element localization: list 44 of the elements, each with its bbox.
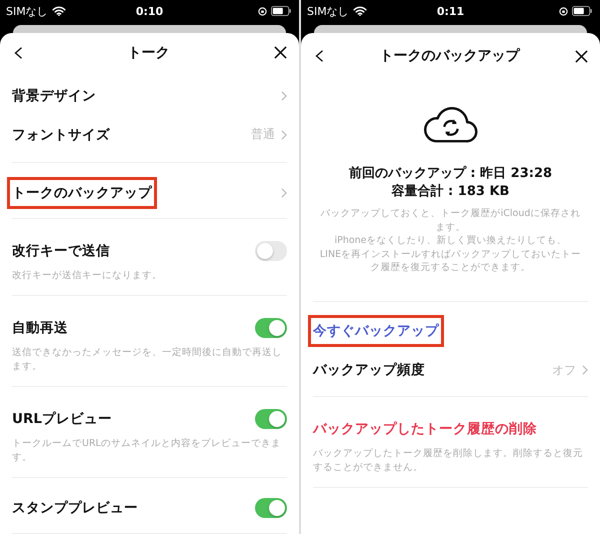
setting-label: 背景デザイン <box>10 86 97 106</box>
toggle-switch[interactable] <box>255 498 287 518</box>
setting-description: 改行キーが送信キーになります。 <box>12 269 163 283</box>
rotation-lock-icon <box>559 6 568 16</box>
close-icon[interactable] <box>575 50 588 62</box>
setting-label: スタンププレビュー <box>11 498 139 518</box>
battery-icon <box>572 6 592 16</box>
clock-time: 0:11 <box>436 4 464 18</box>
chevron-icon[interactable] <box>281 188 287 198</box>
wifi-icon <box>52 6 66 16</box>
setting-label: URLプレビュー <box>11 410 113 429</box>
chevron-icon[interactable] <box>281 90 287 100</box>
back-icon[interactable] <box>315 49 324 63</box>
clock-time: 0:10 <box>136 4 164 18</box>
chevron-icon[interactable] <box>582 365 588 375</box>
wifi-icon <box>352 6 367 16</box>
carrier-label: SIMなし <box>307 4 349 18</box>
cloud-sync-icon <box>422 105 480 145</box>
backup-info-text: 前回のバックアップ : 昨日 23:28 <box>348 165 552 183</box>
toggle-switch[interactable] <box>255 409 287 429</box>
setting-description: トークルームでURLのサムネイルと内容をプレビューできます。 <box>12 437 282 465</box>
rotation-lock-icon <box>258 6 267 16</box>
close-icon[interactable] <box>274 46 287 59</box>
battery-icon <box>271 6 291 16</box>
screen-title: トークのバックアップ <box>380 47 520 65</box>
setting-label: バックアップ頻度 <box>312 361 426 380</box>
setting-label: フォントサイズ <box>11 126 111 144</box>
screen-title: トーク <box>128 44 170 62</box>
setting-label: トークのバックアップ <box>7 176 157 208</box>
backup-description: バックアップしておくと、トーク履歴がiCloudに保存されます。 iPhoneをなくしたり、新しく買い換えたりしても、 LINEを再インストールすればバックアップしておいたトーク履歴を復元することができます。 <box>320 207 582 274</box>
setting-label: 自動再送 <box>11 319 69 338</box>
toggle-switch[interactable] <box>255 318 287 338</box>
action-link[interactable]: 今すぐバックアップ <box>308 315 444 347</box>
toggle-switch[interactable] <box>255 241 287 261</box>
setting-label: 改行キーで送信 <box>11 242 111 261</box>
back-icon[interactable] <box>14 46 23 60</box>
setting-value: オフ <box>552 362 576 378</box>
backup-info-text: 容量合計 : 183 KB <box>392 183 510 201</box>
carrier-label: SIMなし <box>6 4 48 18</box>
setting-value: 普通 <box>251 126 275 143</box>
setting-description: バックアップしたトーク履歴を削除します。削除すると復元することができません。 <box>313 446 584 474</box>
action-link[interactable]: バックアップしたトーク履歴の削除 <box>308 412 542 444</box>
chevron-icon[interactable] <box>281 130 287 140</box>
setting-description: 送信できなかったメッセージを、一定時間後に自動で再送します。 <box>12 346 283 374</box>
